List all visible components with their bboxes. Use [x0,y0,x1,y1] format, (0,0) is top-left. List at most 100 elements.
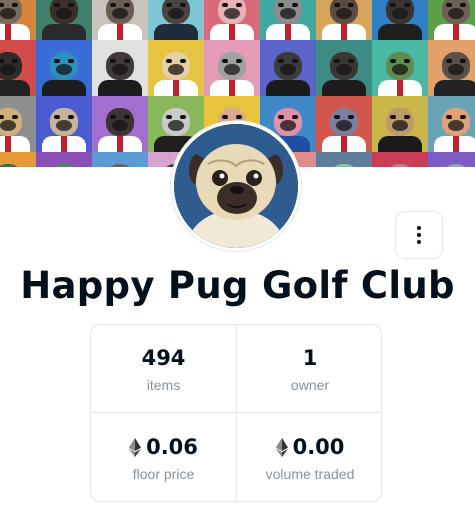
stat-floor-price[interactable]: 0.06 floor price [91,413,237,501]
banner-pug-tile [36,0,92,40]
pug-eye [110,59,116,63]
pug-eye [68,59,74,63]
pug-body [378,24,422,40]
pug-eye [110,115,116,119]
pug-snout [112,8,128,19]
pug-tie [229,24,235,40]
pug-snout [448,8,464,19]
pug-eye [124,3,130,7]
pug-eye [0,115,4,119]
pug-eye [180,115,186,119]
stat-volume-traded-label: volume traded [265,466,355,482]
pug-snout [112,64,128,75]
banner-pug-tile [316,96,372,152]
pug-eye [54,115,60,119]
pug-body [378,136,422,152]
pug-eye [180,3,186,7]
banner-pug-tile [204,40,260,96]
pug-body [434,80,475,96]
pug-eye [460,3,466,7]
pug-tie [341,136,347,152]
pug-eye [278,59,284,63]
pug-avatar-image [174,124,298,248]
stat-floor-price-value: 0.06 [146,435,198,459]
pug-snout [392,64,408,75]
pug-eye [110,3,116,7]
pug-eye [292,59,298,63]
pug-snout [280,8,296,19]
banner-pug-tile [148,0,204,40]
pug-tie [5,136,11,152]
pug-body [266,80,310,96]
pug-tie [285,24,291,40]
pug-snout [336,64,352,75]
ethereum-icon [275,437,288,457]
banner-pug-tile [36,96,92,152]
pug-tie [341,24,347,40]
banner-pug-tile [92,152,148,167]
banner-pug-tile [0,0,36,40]
pug-snout [224,64,240,75]
pug-eye [292,115,298,119]
banner-pug-tile [372,96,428,152]
pug-eye [222,3,228,7]
pug-tie [173,80,179,96]
banner-pug-tile [428,0,475,40]
banner-pug-tile [316,0,372,40]
pug-eye [236,3,242,7]
pug-snout [56,8,72,19]
pug-snout [280,120,296,131]
stat-volume-traded-value: 0.00 [292,435,345,459]
stat-owners-label: owner [290,377,330,393]
pug-eye [0,3,4,7]
pug-eye [348,3,354,7]
banner-pug-tile [428,40,475,96]
pug-tie [117,24,123,40]
banner-pug-tile [428,152,475,167]
pug-head [442,164,470,167]
pug-head [106,164,134,167]
pug-snout [112,120,128,131]
pug-eye [12,115,18,119]
pug-eye [166,115,172,119]
more-options-button[interactable] [395,211,443,259]
pug-eye [446,59,452,63]
collection-title: Happy Pug Golf Club [20,264,455,307]
stat-owners[interactable]: 1 owner [237,325,381,413]
pug-tie [229,80,235,96]
stat-volume-traded-value-row: 0.00 [275,433,345,461]
pug-eye [348,115,354,119]
banner-pug-tile [0,96,36,152]
banner-pug-tile [148,40,204,96]
pug-snout [280,64,296,75]
stat-floor-price-label: floor price [132,466,195,482]
stat-volume-traded[interactable]: 0.00 volume traded [237,413,381,501]
pug-snout [0,120,16,131]
pug-snout [0,64,16,75]
pug-eye [460,59,466,63]
pug-body [42,80,86,96]
pug-tie [5,24,11,40]
banner-pug-tile [372,152,428,167]
pug-eye [390,3,396,7]
pug-snout [224,8,240,19]
banner-pug-tile [372,40,428,96]
pug-head [330,164,358,167]
vertical-dots-icon [417,226,421,244]
pug-tie [397,80,403,96]
pug-eye [278,3,284,7]
pug-eye [68,115,74,119]
ethereum-icon [129,437,142,457]
pug-snout [168,8,184,19]
pug-eye [446,3,452,7]
pug-eye [0,59,4,63]
banner-pug-tile [92,40,148,96]
banner-pug-tile [0,40,36,96]
collection-avatar [171,121,301,251]
banner-pug-tile [260,0,316,40]
pug-eye [334,115,340,119]
pug-snout [448,64,464,75]
stat-items[interactable]: 494 items [91,325,237,413]
pug-snout [0,8,16,19]
banner-pug-tile [36,40,92,96]
